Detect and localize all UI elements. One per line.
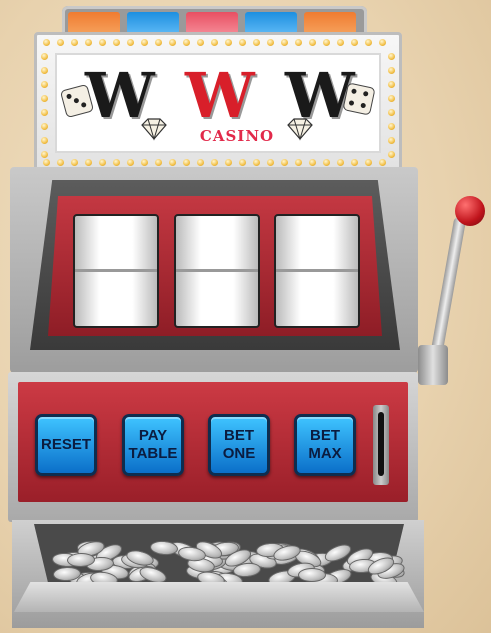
coin <box>297 568 326 583</box>
marquee-bulb <box>41 137 48 144</box>
marquee-bulb <box>41 81 48 88</box>
marquee-bulb <box>225 39 232 46</box>
reset-button[interactable]: RESET <box>35 414 97 476</box>
lamp-5 <box>304 12 356 34</box>
marquee-bulb <box>41 67 48 74</box>
logo-letter-2: W <box>185 59 255 132</box>
marquee-bulb <box>388 123 395 130</box>
marquee-bulb <box>141 159 148 166</box>
marquee-bulb <box>197 159 204 166</box>
marquee-bulb <box>253 159 260 166</box>
dice-icon <box>342 82 376 116</box>
marquee-bulb <box>169 159 176 166</box>
coin-slot-opening <box>378 412 384 476</box>
marquee-bulb <box>41 123 48 130</box>
marquee-bulb <box>337 159 344 166</box>
diamond-icon <box>141 118 167 141</box>
marquee-bulb <box>267 159 274 166</box>
marquee-bulb <box>379 39 386 46</box>
marquee-bulb <box>41 151 48 158</box>
lever-base <box>418 345 448 385</box>
marquee-bulb <box>127 159 134 166</box>
marquee-bulb <box>337 39 344 46</box>
lever-rod[interactable] <box>430 217 467 358</box>
marquee-bulb <box>211 159 218 166</box>
marquee-bulb <box>388 137 395 144</box>
lever-knob[interactable] <box>455 196 485 226</box>
marquee-bulb <box>155 39 162 46</box>
marquee-bulb <box>43 159 50 166</box>
marquee-bulb <box>113 39 120 46</box>
pay-table-button[interactable]: PAY TABLE <box>122 414 184 476</box>
marquee-bulb <box>351 159 358 166</box>
marquee-bulb <box>365 39 372 46</box>
marquee-bulb <box>169 39 176 46</box>
reel-2 <box>174 214 260 328</box>
marquee-bulb <box>323 159 330 166</box>
marquee-bulb <box>183 159 190 166</box>
marquee-bulb <box>99 39 106 46</box>
marquee-bulb <box>41 53 48 60</box>
marquee-bulb <box>225 159 232 166</box>
marquee-bulb <box>365 159 372 166</box>
marquee-bulb <box>113 159 120 166</box>
marquee-bulb <box>239 159 246 166</box>
lamp-2 <box>127 12 179 34</box>
marquee-bulb <box>155 159 162 166</box>
marquee-bulb <box>57 39 64 46</box>
diamond-icon <box>287 118 313 141</box>
marquee-bulb <box>41 95 48 102</box>
marquee-bulb <box>99 159 106 166</box>
marquee-bulb <box>351 39 358 46</box>
marquee-bulb <box>267 39 274 46</box>
marquee-bulb <box>85 39 92 46</box>
lamp-4 <box>245 12 297 34</box>
marquee-bulb <box>141 39 148 46</box>
marquee-bulb <box>388 67 395 74</box>
marquee-bulb <box>388 95 395 102</box>
marquee-bulb <box>57 159 64 166</box>
lamp-1 <box>68 12 120 34</box>
marquee-bulb <box>388 81 395 88</box>
coin-tray-lip <box>14 582 424 612</box>
marquee-bulb <box>211 39 218 46</box>
marquee-bulb <box>43 39 50 46</box>
marquee-bulb <box>127 39 134 46</box>
marquee-bulb <box>388 151 395 158</box>
marquee-bulb <box>41 109 48 116</box>
marquee-sign: W W W CASINO <box>55 53 381 153</box>
casino-marquee: W W W CASINO <box>34 32 402 173</box>
marquee-bulb <box>295 39 302 46</box>
marquee-bulb <box>85 159 92 166</box>
bet-max-button[interactable]: BET MAX <box>294 414 356 476</box>
marquee-bulb <box>281 159 288 166</box>
marquee-bulb <box>379 159 386 166</box>
marquee-bulb <box>388 109 395 116</box>
marquee-bulb <box>239 39 246 46</box>
marquee-bulb <box>323 39 330 46</box>
reel-3 <box>274 214 360 328</box>
marquee-bulb <box>197 39 204 46</box>
marquee-bulb <box>71 39 78 46</box>
marquee-bulb <box>309 39 316 46</box>
reel-1 <box>73 214 159 328</box>
marquee-bulb <box>309 159 316 166</box>
casino-label: CASINO <box>199 127 275 145</box>
marquee-bulb <box>71 159 78 166</box>
bet-one-button[interactable]: BET ONE <box>208 414 270 476</box>
marquee-bulb <box>183 39 190 46</box>
marquee-bulb <box>253 39 260 46</box>
marquee-bulb <box>388 53 395 60</box>
marquee-bulb <box>295 159 302 166</box>
marquee-bulb <box>281 39 288 46</box>
lamp-3 <box>186 12 238 34</box>
